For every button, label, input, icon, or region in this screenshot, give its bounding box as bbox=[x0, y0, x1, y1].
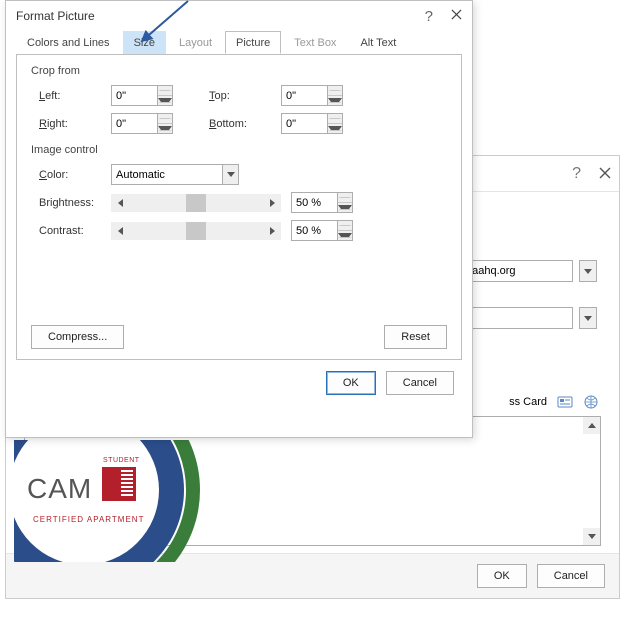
crop-right-spinner[interactable] bbox=[157, 113, 173, 134]
scroll-down-button[interactable] bbox=[583, 528, 600, 545]
secondary-field-row bbox=[461, 307, 597, 329]
card-icon[interactable] bbox=[557, 394, 573, 410]
chevron-down-icon bbox=[328, 98, 342, 103]
chevron-down-icon bbox=[328, 126, 342, 131]
tab-alt-text[interactable]: Alt Text bbox=[349, 31, 407, 54]
badge-building-icon bbox=[102, 467, 136, 501]
chevron-up-icon bbox=[328, 118, 342, 119]
color-select-value bbox=[112, 165, 222, 184]
badge-certified-text: CERTIFIED APARTMENT bbox=[33, 515, 144, 524]
cancel-button[interactable]: Cancel bbox=[386, 371, 454, 395]
crop-top-input[interactable] bbox=[281, 85, 327, 106]
ok-button[interactable]: OK bbox=[477, 564, 527, 588]
chevron-up-icon bbox=[338, 225, 352, 226]
chevron-down-icon bbox=[338, 205, 352, 210]
help-icon[interactable]: ? bbox=[425, 8, 433, 25]
crop-top-label: Top: bbox=[209, 90, 281, 102]
slider-thumb[interactable] bbox=[186, 222, 206, 240]
contrast-label: Contrast: bbox=[39, 225, 111, 237]
crop-left-label: Left: bbox=[39, 90, 111, 102]
chevron-left-icon bbox=[118, 227, 123, 235]
compress-button[interactable]: Compress... bbox=[31, 325, 124, 349]
tab-bar: Colors and Lines Size Layout Picture Tex… bbox=[6, 31, 472, 55]
contrast-slider[interactable] bbox=[111, 221, 281, 241]
secondary-dropdown-button[interactable] bbox=[579, 307, 597, 329]
business-card-label: ss Card bbox=[509, 396, 547, 408]
format-picture-dialog: Format Picture ? Colors and Lines Size L… bbox=[5, 0, 473, 438]
chevron-up-icon bbox=[588, 423, 596, 428]
globe-link-icon[interactable] bbox=[583, 394, 599, 410]
chevron-up-icon bbox=[338, 197, 352, 198]
email-field-row bbox=[461, 260, 597, 282]
chevron-up-icon bbox=[328, 90, 342, 91]
chevron-down-icon bbox=[584, 316, 592, 321]
crop-bottom-spinner[interactable] bbox=[327, 113, 343, 134]
brightness-spinner[interactable] bbox=[337, 192, 353, 213]
crop-right-label: Right: bbox=[39, 118, 111, 130]
chevron-down-icon bbox=[158, 126, 172, 131]
chevron-down-icon bbox=[222, 165, 238, 184]
crop-bottom-input[interactable] bbox=[281, 113, 327, 134]
contrast-spinner[interactable] bbox=[337, 220, 353, 241]
brightness-input[interactable] bbox=[291, 192, 337, 213]
tab-text-box[interactable]: Text Box bbox=[283, 31, 347, 54]
dialog-title: Format Picture bbox=[16, 9, 95, 23]
tab-picture[interactable]: Picture bbox=[225, 31, 281, 54]
picture-tab-content: Crop from Left: Top: Right: bbox=[16, 54, 462, 360]
close-icon[interactable] bbox=[599, 166, 611, 182]
crop-from-label: Crop from bbox=[31, 65, 447, 77]
scroll-up-button[interactable] bbox=[583, 417, 600, 434]
slider-increase-button[interactable] bbox=[263, 194, 281, 212]
slider-decrease-button[interactable] bbox=[111, 222, 129, 240]
chevron-up-icon bbox=[158, 118, 172, 119]
reset-button[interactable]: Reset bbox=[384, 325, 447, 349]
tab-colors-lines[interactable]: Colors and Lines bbox=[16, 31, 121, 54]
format-picture-titlebar: Format Picture ? bbox=[6, 1, 472, 31]
crop-left-spinner[interactable] bbox=[157, 85, 173, 106]
brightness-slider[interactable] bbox=[111, 193, 281, 213]
format-picture-footer: OK Cancel bbox=[6, 371, 472, 407]
contrast-input[interactable] bbox=[291, 220, 337, 241]
crop-right-input[interactable] bbox=[111, 113, 157, 134]
badge-student-text: STUDENT bbox=[103, 457, 140, 464]
chevron-down-icon bbox=[158, 98, 172, 103]
color-select[interactable] bbox=[111, 164, 239, 185]
tab-size[interactable]: Size bbox=[123, 31, 166, 54]
chevron-up-icon bbox=[158, 90, 172, 91]
chevron-down-icon bbox=[584, 269, 592, 274]
color-label: Color: bbox=[39, 169, 111, 181]
crop-top-spinner[interactable] bbox=[327, 85, 343, 106]
chevron-left-icon bbox=[118, 199, 123, 207]
slider-thumb[interactable] bbox=[186, 194, 206, 212]
crop-left-input[interactable] bbox=[111, 85, 157, 106]
help-icon[interactable]: ? bbox=[572, 165, 581, 183]
chevron-down-icon bbox=[338, 233, 352, 238]
email-input[interactable] bbox=[461, 260, 573, 282]
chevron-right-icon bbox=[270, 199, 275, 207]
brightness-label: Brightness: bbox=[39, 197, 111, 209]
close-icon[interactable] bbox=[451, 9, 462, 23]
email-dropdown-button[interactable] bbox=[579, 260, 597, 282]
crop-bottom-label: Bottom: bbox=[209, 118, 281, 130]
slider-decrease-button[interactable] bbox=[111, 194, 129, 212]
cancel-button[interactable]: Cancel bbox=[537, 564, 605, 588]
business-card-row: ss Card bbox=[509, 394, 599, 410]
ok-button[interactable]: OK bbox=[326, 371, 376, 395]
cam-badge-image: IONA OCIATIO STUDENT CAM CERTIFIED APART… bbox=[14, 440, 268, 562]
tab-layout[interactable]: Layout bbox=[168, 31, 223, 54]
secondary-input[interactable] bbox=[461, 307, 573, 329]
chevron-right-icon bbox=[270, 227, 275, 235]
slider-increase-button[interactable] bbox=[263, 222, 281, 240]
badge-cam-text: CAM bbox=[27, 473, 92, 505]
image-control-label: Image control bbox=[31, 144, 447, 156]
chevron-down-icon bbox=[588, 534, 596, 539]
